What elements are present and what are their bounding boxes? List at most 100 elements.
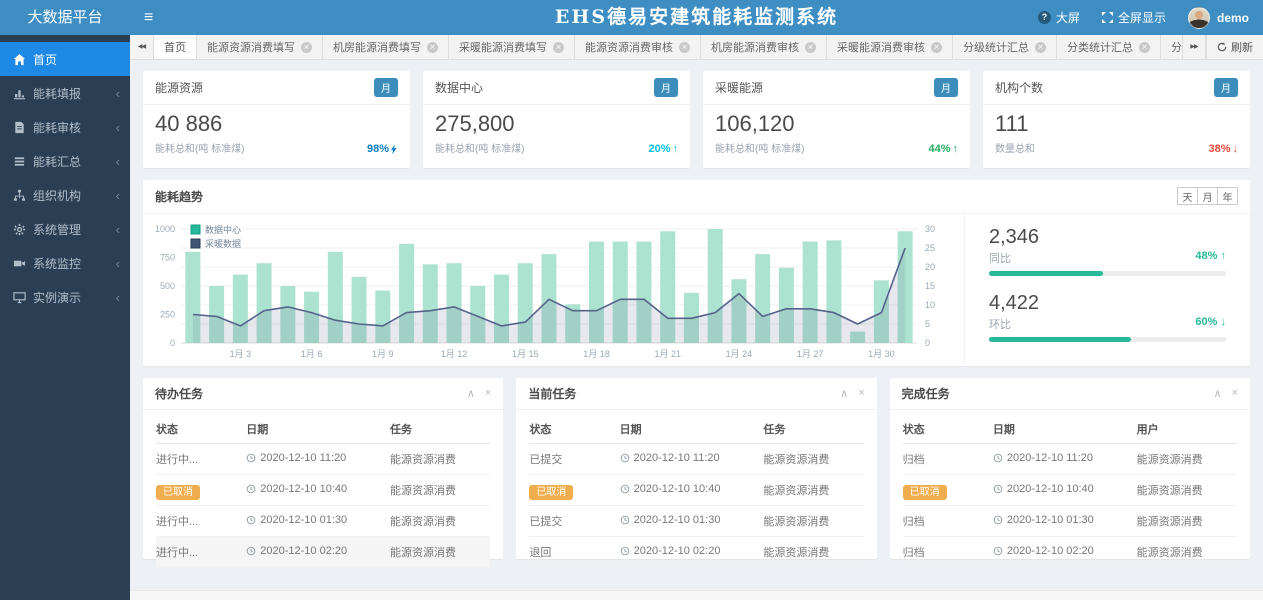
table-row[interactable]: 归档 2020-12-10 01:30能源资源消费 bbox=[903, 506, 1237, 537]
month-badge[interactable]: 月 bbox=[1214, 78, 1238, 97]
summary-percent: 60% ↓ bbox=[1195, 316, 1226, 332]
tab-close-icon[interactable]: × bbox=[805, 42, 816, 53]
lightning-icon bbox=[391, 144, 398, 155]
sidebar-item-energy-summary[interactable]: 能耗汇总‹ bbox=[0, 144, 130, 178]
table-row[interactable]: 已取消 2020-12-10 10:40能源资源消费 bbox=[529, 475, 863, 506]
desktop-icon bbox=[13, 291, 26, 304]
sidebar-item-energy-audit[interactable]: 能耗审核‹ bbox=[0, 110, 130, 144]
stat-card-footer: 能耗总和(吨 标准煤)20%↑ bbox=[435, 140, 678, 155]
range-button-月[interactable]: 月 bbox=[1197, 187, 1218, 205]
chevron-left-icon: ‹ bbox=[116, 120, 120, 135]
sidebar-item-system-admin[interactable]: 系统管理‹ bbox=[0, 212, 130, 246]
table-row[interactable]: 已提交 2020-12-10 01:30能源资源消费 bbox=[529, 506, 863, 537]
refresh-icon bbox=[1217, 42, 1227, 52]
tab-0[interactable]: 首页 bbox=[154, 35, 197, 59]
tab-8[interactable]: 分类统计汇总× bbox=[1057, 35, 1161, 59]
stat-card-value: 111 bbox=[995, 111, 1238, 137]
tab-close-icon[interactable]: × bbox=[931, 42, 942, 53]
tab-4[interactable]: 能源资源消费审核× bbox=[575, 35, 701, 59]
table-row[interactable]: 退回 2020-12-10 02:20能源资源消费 bbox=[529, 537, 863, 568]
table-row[interactable]: 归档 2020-12-10 02:20能源资源消费 bbox=[903, 537, 1237, 568]
tab-7[interactable]: 分级统计汇总× bbox=[953, 35, 1057, 59]
date-value: 2020-12-10 02:20 bbox=[246, 545, 347, 557]
chevron-left-icon: ‹ bbox=[116, 188, 120, 203]
date-cell: 2020-12-10 11:20 bbox=[620, 444, 764, 475]
tab-2[interactable]: 机房能源消费填写× bbox=[323, 35, 449, 59]
tab-close-icon[interactable]: × bbox=[427, 42, 438, 53]
month-badge[interactable]: 月 bbox=[374, 78, 398, 97]
table-row[interactable]: 已取消 2020-12-10 10:40能源资源消费 bbox=[903, 475, 1237, 506]
left-axis-tick: 250 bbox=[160, 309, 175, 319]
table-row[interactable]: 已取消 2020-12-10 10:40能源资源消费 bbox=[156, 475, 490, 506]
collapse-icon[interactable]: ∧ bbox=[1213, 387, 1221, 400]
table-row[interactable]: 进行中... 2020-12-10 01:30能源资源消费 bbox=[156, 506, 490, 537]
stat-cards-row: 能源资源月40 886能耗总和(吨 标准煤)98%数据中心月275,800能耗总… bbox=[143, 71, 1250, 168]
sidebar-item-system-monitor[interactable]: 系统监控‹ bbox=[0, 246, 130, 280]
bigscreen-link[interactable]: ? 大屏 bbox=[1038, 9, 1080, 26]
stat-card-label: 能耗总和(吨 标准煤) bbox=[155, 140, 244, 155]
task-panel-header: 待办任务∧× bbox=[143, 378, 503, 410]
app-window: 大数据平台 ≡ EHS德易安建筑能耗监测系统 ? 大屏 全屏显示 demo 首页… bbox=[0, 0, 1263, 600]
tab-close-icon[interactable]: × bbox=[1139, 42, 1150, 53]
tab-close-icon[interactable]: × bbox=[1035, 42, 1046, 53]
left-axis-tick: 750 bbox=[160, 252, 175, 262]
tab-1[interactable]: 能源资源消费填写× bbox=[197, 35, 323, 59]
tabs-scroll-right-icon[interactable]: ▶▶ bbox=[1182, 35, 1206, 59]
month-badge[interactable]: 月 bbox=[654, 78, 678, 97]
task-cell: 能源资源消费 bbox=[1137, 444, 1237, 475]
range-button-天[interactable]: 天 bbox=[1177, 187, 1198, 205]
date-value: 2020-12-10 02:20 bbox=[993, 545, 1094, 557]
user-menu[interactable]: demo bbox=[1188, 7, 1249, 29]
date-cell: 2020-12-10 01:30 bbox=[246, 506, 390, 537]
table-row[interactable]: 进行中... 2020-12-10 11:20能源资源消费 bbox=[156, 444, 490, 475]
fullscreen-link[interactable]: 全屏显示 bbox=[1102, 9, 1166, 26]
tab-close-icon[interactable]: × bbox=[679, 42, 690, 53]
date-cell: 2020-12-10 10:40 bbox=[993, 475, 1137, 506]
tab-5[interactable]: 机房能源消费审核× bbox=[701, 35, 827, 59]
close-icon[interactable]: × bbox=[485, 387, 491, 400]
arrow-up-icon: ↑ bbox=[673, 143, 679, 155]
tabs-scroll-left-icon[interactable]: ◀◀ bbox=[130, 35, 154, 59]
task-cell: 能源资源消费 bbox=[763, 537, 863, 568]
collapse-icon[interactable]: ∧ bbox=[840, 387, 848, 400]
sidebar-item-energy-report[interactable]: 能耗填报‹ bbox=[0, 76, 130, 110]
stat-card-body: 275,800能耗总和(吨 标准煤)20%↑ bbox=[423, 105, 690, 163]
tab-close-icon[interactable]: × bbox=[301, 42, 312, 53]
status-cell: 已取消 bbox=[903, 475, 993, 506]
x-axis-tick: 1月 27 bbox=[797, 349, 824, 359]
tab-3[interactable]: 采暖能源消费填写× bbox=[449, 35, 575, 59]
audit-icon bbox=[13, 121, 26, 134]
video-icon bbox=[13, 257, 26, 270]
tab-6[interactable]: 采暖能源消费审核× bbox=[827, 35, 953, 59]
sidebar-item-organization[interactable]: 组织机构‹ bbox=[0, 178, 130, 212]
legend-label: 采暖数据 bbox=[205, 238, 241, 249]
sidebar-item-home[interactable]: 首页 bbox=[0, 42, 130, 76]
table-row[interactable]: 进行中... 2020-12-10 02:20能源资源消费 bbox=[156, 537, 490, 568]
summary-progress-fill bbox=[989, 271, 1103, 276]
table-row[interactable]: 已提交 2020-12-10 11:20能源资源消费 bbox=[529, 444, 863, 475]
stat-card-header: 机构个数月 bbox=[983, 71, 1250, 105]
task-cell: 能源资源消费 bbox=[390, 444, 490, 475]
collapse-icon[interactable]: ∧ bbox=[467, 387, 475, 400]
tab-9[interactable]: 分类汇总审核× bbox=[1161, 35, 1182, 59]
sidebar-item-demo-examples[interactable]: 实例演示‹ bbox=[0, 280, 130, 314]
tab-close-icon[interactable]: × bbox=[553, 42, 564, 53]
close-icon[interactable]: × bbox=[858, 387, 864, 400]
task-cell: 能源资源消费 bbox=[390, 506, 490, 537]
range-button-年[interactable]: 年 bbox=[1217, 187, 1238, 205]
table-row[interactable]: 归档 2020-12-10 11:20能源资源消费 bbox=[903, 444, 1237, 475]
summary-row: 环比60% ↓ bbox=[989, 316, 1226, 332]
refresh-button[interactable]: 刷新 bbox=[1206, 35, 1263, 59]
month-badge[interactable]: 月 bbox=[934, 78, 958, 97]
sidebar-item-label: 首页 bbox=[33, 51, 120, 68]
date-cell: 2020-12-10 11:20 bbox=[246, 444, 390, 475]
stat-card-2: 采暖能源月106,120能耗总和(吨 标准煤)44%↑ bbox=[703, 71, 970, 168]
date-value: 2020-12-10 01:30 bbox=[246, 514, 347, 526]
column-header: 状态 bbox=[903, 414, 993, 444]
refresh-label: 刷新 bbox=[1231, 39, 1253, 55]
legend-item-0[interactable]: 数据中心 bbox=[191, 224, 241, 235]
summary-progress-fill bbox=[989, 337, 1131, 342]
brand-logo[interactable]: 大数据平台 bbox=[0, 0, 130, 35]
close-icon[interactable]: × bbox=[1232, 387, 1238, 400]
legend-item-1[interactable]: 采暖数据 bbox=[191, 238, 241, 249]
